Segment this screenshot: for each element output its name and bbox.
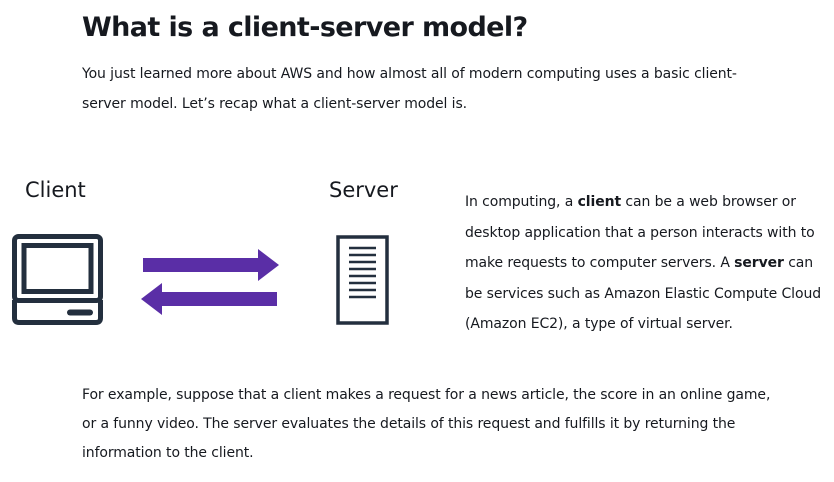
example-paragraph: For example, suppose that a client makes…: [82, 387, 771, 461]
server-term: server: [734, 255, 784, 271]
client-label: Client: [25, 178, 86, 202]
page-title: What is a client-server model?: [82, 12, 528, 43]
intro-paragraph: You just learned more about AWS and how …: [82, 66, 737, 112]
client-term: client: [577, 194, 622, 210]
server-label: Server: [329, 178, 398, 202]
description-text-1: In computing, a: [465, 194, 578, 210]
description-paragraph: In computing, a client can be a web brow…: [465, 187, 830, 340]
bidirectional-arrows-icon: [141, 249, 279, 315]
desktop-computer-icon: [12, 234, 103, 325]
server-tower-icon: [336, 235, 389, 325]
